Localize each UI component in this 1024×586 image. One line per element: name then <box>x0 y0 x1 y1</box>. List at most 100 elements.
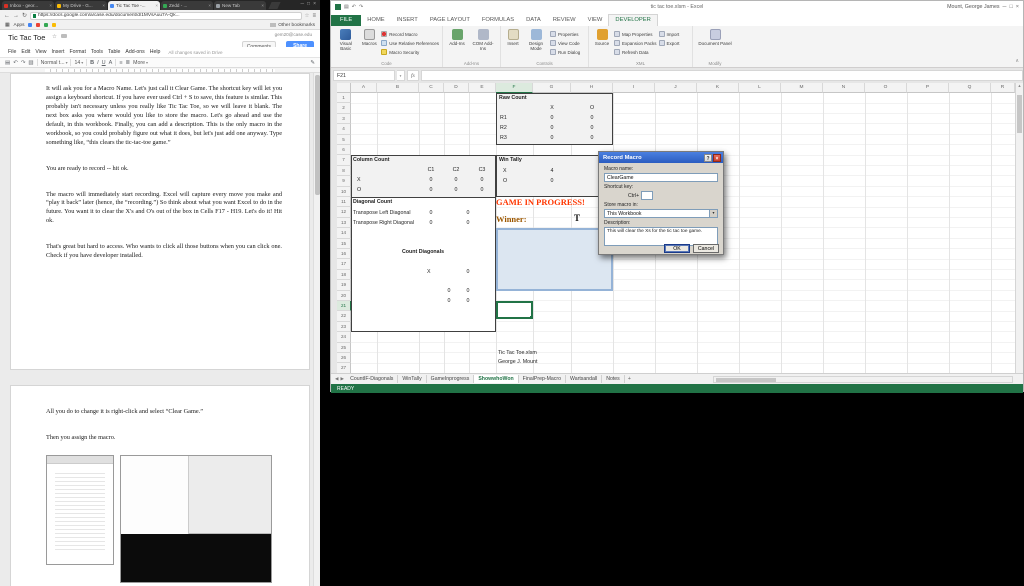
tab-page-layout[interactable]: PAGE LAYOUT <box>424 15 476 26</box>
macro-security-button[interactable]: Macro Security <box>381 48 439 56</box>
browser-tab-tictactoe[interactable]: Tic Tac Toe -...× <box>108 1 160 10</box>
bookmark-favicon[interactable] <box>28 23 32 27</box>
underline-icon[interactable]: U <box>102 60 106 66</box>
sheet-tab-finalprep-macro[interactable]: FinalPrep-Macro <box>519 375 566 383</box>
tab-file[interactable]: FILE <box>331 15 361 26</box>
menu-file[interactable]: File <box>8 49 16 55</box>
menu-table[interactable]: Table <box>108 49 120 55</box>
bookmark-star-icon[interactable]: ☆ <box>305 13 310 19</box>
document-title[interactable]: Tic Tac Toe <box>8 33 45 42</box>
column-header-P[interactable]: P <box>907 83 949 93</box>
row-header-5[interactable]: 5 <box>337 135 351 145</box>
column-header-L[interactable]: L <box>739 83 781 93</box>
cell-game-status[interactable]: GAME IN PROGRESS! <box>496 197 585 207</box>
row-header-20[interactable]: 20 <box>337 291 351 301</box>
record-macro-button[interactable]: Record Macro <box>381 30 439 38</box>
tab-data[interactable]: DATA <box>520 15 547 26</box>
name-box-dropdown-icon[interactable]: ▾ <box>397 70 405 81</box>
row-header-12[interactable]: 12 <box>337 207 351 217</box>
column-header-M[interactable]: M <box>781 83 823 93</box>
properties-button[interactable]: Properties <box>550 30 580 38</box>
selected-cell-F21[interactable] <box>496 301 533 319</box>
column-header-I[interactable]: I <box>613 83 655 93</box>
row-header-22[interactable]: 22 <box>337 311 351 321</box>
tab-insert[interactable]: INSERT <box>391 15 424 26</box>
select-arrow-icon[interactable]: ▼ <box>709 210 717 217</box>
docs-scrollbar[interactable] <box>313 73 320 586</box>
row-header-26[interactable]: 26 <box>337 353 351 363</box>
forward-icon[interactable]: → <box>13 13 19 19</box>
cell-wintally-o-label[interactable]: O <box>503 179 507 184</box>
column-header-D[interactable]: D <box>444 83 469 93</box>
excel-close-button[interactable]: × <box>1016 4 1019 10</box>
cell-colcount-o-c2[interactable]: 0 <box>449 188 463 193</box>
cell-raw-r3[interactable]: R3 <box>500 136 507 141</box>
cell-diag-x-label[interactable]: X <box>427 270 431 275</box>
cancel-button[interactable]: Cancel <box>693 244 719 253</box>
cell-column-count-title[interactable]: Column Count <box>353 158 389 163</box>
com-add-ins-button[interactable]: COM Add-Ins <box>470 29 496 51</box>
select-all-corner[interactable] <box>337 83 351 93</box>
cell-colcount-o-c1[interactable]: 0 <box>424 188 438 193</box>
cell-count-diagonals-title[interactable]: Count Diagonals <box>377 250 469 255</box>
dialog-help-button[interactable]: ? <box>704 154 712 162</box>
tab-developer[interactable]: DEVELOPER <box>608 14 657 26</box>
dialog-titlebar[interactable]: Record Macro ? × <box>599 152 723 163</box>
browser-close-button[interactable]: × <box>313 1 316 7</box>
menu-edit[interactable]: Edit <box>21 49 30 55</box>
undo-icon[interactable]: ↶ <box>13 60 18 66</box>
row-header-16[interactable]: 16 <box>337 249 351 259</box>
browser-tab-inbox[interactable]: Inbox - geor...× <box>2 1 54 10</box>
cell-colcount-x-c3[interactable]: 0 <box>475 178 489 183</box>
column-header-R[interactable]: R <box>991 83 1015 93</box>
doc-star-icon[interactable]: ☆ <box>52 34 57 40</box>
sheet-tab-showwhowon[interactable]: ShowwhoWon <box>474 375 518 383</box>
row-header-8[interactable]: 8 <box>337 166 351 176</box>
tab-close-icon[interactable]: × <box>49 3 52 8</box>
use-relative-references-button[interactable]: Use Relative References <box>381 39 439 47</box>
cell-colcount-x-label[interactable]: X <box>357 178 361 183</box>
menu-format[interactable]: Format <box>69 49 85 55</box>
row-header-14[interactable]: 14 <box>337 228 351 238</box>
cell-colcount-o-c3[interactable]: 0 <box>475 188 489 193</box>
browser-menu-icon[interactable]: ≡ <box>312 13 316 19</box>
tab-view[interactable]: VIEW <box>582 15 609 26</box>
cell-diag-zero[interactable]: 0 <box>461 289 475 294</box>
row-header-18[interactable]: 18 <box>337 270 351 280</box>
column-header-F[interactable]: F <box>496 83 533 93</box>
list-icon[interactable]: ≣ <box>126 60 131 66</box>
column-header-J[interactable]: J <box>655 83 697 93</box>
back-icon[interactable]: ← <box>4 13 10 19</box>
text-color-icon[interactable]: A <box>109 60 113 66</box>
row-header-10[interactable]: 10 <box>337 187 351 197</box>
row-header-6[interactable]: 6 <box>337 145 351 155</box>
expansion-packs-button[interactable]: Expansion Packs <box>614 39 657 47</box>
cell-raw-count-title[interactable]: Raw Count <box>499 96 527 101</box>
store-macro-select[interactable]: This Workbook ▼ <box>604 209 718 218</box>
sheet-nav-left-icon[interactable]: ◀ <box>335 376 339 382</box>
row-header-24[interactable]: 24 <box>337 332 351 342</box>
tic-tac-toe-board[interactable] <box>496 228 613 291</box>
cell-transpose-right-v1[interactable]: 0 <box>424 221 438 226</box>
doc-folder-icon[interactable] <box>61 34 67 38</box>
signed-in-user[interactable]: Mount, George James <box>947 4 999 10</box>
browser-minimize-button[interactable]: ─ <box>301 1 305 7</box>
paint-format-icon[interactable]: ▧ <box>28 60 33 66</box>
cell-raw-r3-o[interactable]: 0 <box>585 136 599 141</box>
align-left-icon[interactable]: ≡ <box>119 60 122 66</box>
cell-file-name[interactable]: Tic Tac Toe.xlsm <box>498 351 537 356</box>
cell-raw-r2-x[interactable]: 0 <box>545 126 559 131</box>
excel-restore-button[interactable]: □ <box>1009 4 1012 10</box>
apps-grid-icon[interactable]: ▦ <box>5 23 10 28</box>
run-dialog-button[interactable]: Run Dialog <box>550 48 580 56</box>
bookmark-favicon[interactable] <box>36 23 40 27</box>
map-properties-button[interactable]: Map Properties <box>614 30 657 38</box>
cell-diag-zero[interactable]: 0 <box>442 299 456 304</box>
tab-home[interactable]: HOME <box>361 15 390 26</box>
horizontal-scrollbar-thumb[interactable] <box>716 378 776 382</box>
refresh-data-button[interactable]: Refresh Data <box>614 48 657 56</box>
macro-name-input[interactable]: ClearGame <box>604 173 718 182</box>
tab-close-icon[interactable]: × <box>102 3 105 8</box>
design-mode-button[interactable]: Design Mode <box>524 29 548 51</box>
column-header-N[interactable]: N <box>823 83 865 93</box>
